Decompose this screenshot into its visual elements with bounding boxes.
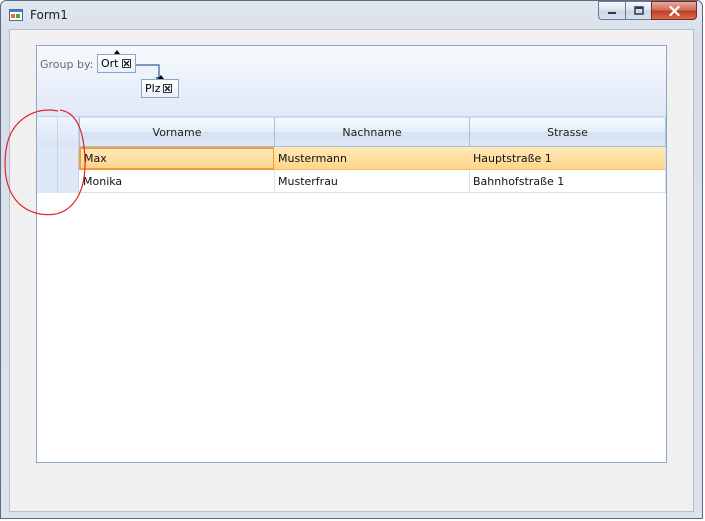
group-indent-header [58, 117, 79, 147]
group-chip-label: Ort [101, 57, 119, 70]
form1-window: Form1 Group by: Ort Plz Vorname Nachname… [0, 0, 703, 519]
group-chip-label: Plz [145, 82, 161, 95]
cell-vorname[interactable]: Max [79, 147, 275, 170]
column-header-row: Vorname Nachname Strasse [37, 117, 666, 147]
minimize-button[interactable] [598, 1, 625, 20]
group-by-label: Group by: [40, 58, 94, 71]
window-title: Form1 [30, 8, 68, 22]
data-grid[interactable]: Group by: Ort Plz Vorname Nachname Stras… [36, 45, 667, 463]
cell-strasse[interactable]: Hauptstraße 1 [469, 147, 666, 170]
close-button[interactable] [651, 1, 697, 20]
table-row[interactable]: Monika Musterfrau Bahnhofstraße 1 [37, 170, 666, 193]
maximize-button[interactable] [625, 1, 651, 20]
column-header-strasse[interactable]: Strasse [469, 117, 666, 147]
windows-form-icon [9, 9, 23, 21]
form-client-area: Group by: Ort Plz Vorname Nachname Stras… [9, 29, 694, 512]
close-box-icon[interactable] [121, 59, 131, 68]
close-icon [668, 5, 680, 16]
cell-nachname[interactable]: Mustermann [274, 147, 470, 170]
minimize-icon [608, 11, 616, 14]
triangle-up-icon [158, 75, 164, 79]
group-indent-header [37, 117, 58, 147]
group-indent-cell [58, 147, 79, 170]
column-header-vorname[interactable]: Vorname [79, 117, 275, 147]
group-indent-cell [58, 170, 79, 193]
triangle-up-icon [114, 50, 120, 54]
cell-vorname[interactable]: Monika [79, 170, 275, 193]
column-header-nachname[interactable]: Nachname [274, 117, 470, 147]
close-icon [123, 60, 129, 67]
group-indent-cell [37, 147, 58, 170]
group-chip-plz[interactable]: Plz [141, 75, 179, 98]
cell-strasse[interactable]: Bahnhofstraße 1 [469, 170, 666, 193]
group-by-panel[interactable]: Group by: Ort Plz [37, 46, 666, 117]
group-chip-ort[interactable]: Ort [97, 50, 136, 73]
window-controls [598, 1, 697, 21]
group-indent-cell [37, 170, 58, 193]
table-row[interactable]: Max Mustermann Hauptstraße 1 [37, 147, 666, 170]
cell-nachname[interactable]: Musterfrau [274, 170, 470, 193]
title-bar[interactable]: Form1 [1, 1, 702, 29]
maximize-icon [633, 6, 644, 15]
close-icon [165, 85, 171, 92]
close-box-icon[interactable] [163, 84, 173, 93]
